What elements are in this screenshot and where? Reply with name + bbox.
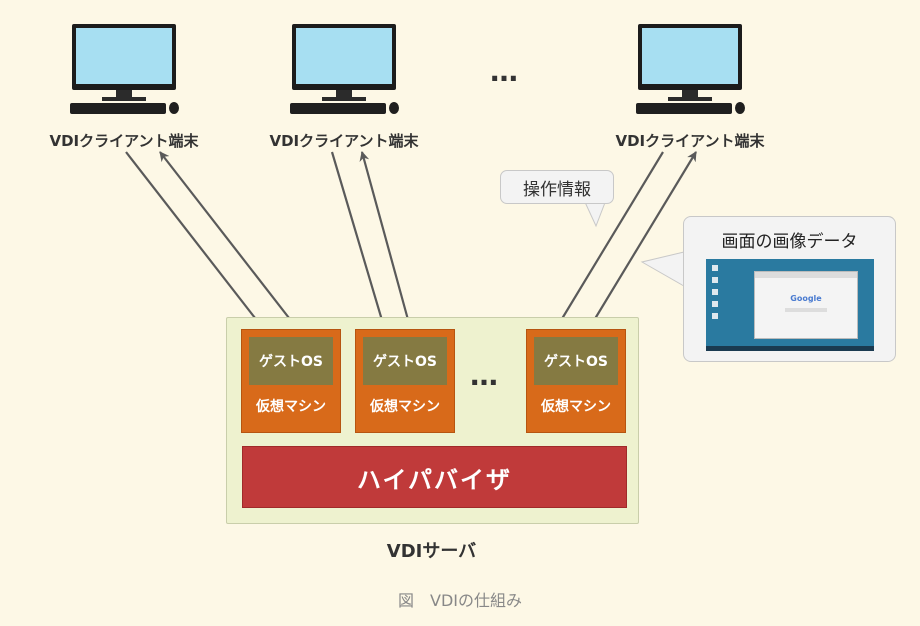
vm-label: 仮想マシン [256,399,326,415]
taskbar [706,346,874,351]
guest-os: ゲストOS [534,337,618,385]
desktop-icon [712,313,718,319]
client-computer-1 [66,22,182,122]
client-computer-3 [632,22,748,122]
arrow-client1-down [125,151,263,328]
client-computer-2 [286,22,402,122]
operation-info-callout: 操作情報 [500,170,614,204]
browser-titlebar [755,272,857,278]
google-logo: Google [790,294,822,303]
computer-icon [290,24,399,114]
desktop-icon [712,289,718,295]
computer-icon [70,24,179,114]
callout-tail-screen [640,251,686,287]
arrow-client2-down [330,151,387,328]
search-box [785,308,827,312]
figure-caption: 図 VDIの仕組み [398,591,522,610]
desktop-screenshot: Google [706,259,874,351]
guest-os: ゲストOS [249,337,333,385]
vdi-server-label: VDIサーバ [386,541,477,562]
arrow-client2-up [359,151,412,328]
client-label-2: VDIクライアント端末 [269,132,419,150]
client-label-1: VDIクライアント端末 [49,132,199,150]
desktop-icon [712,301,718,307]
vm-label: 仮想マシン [370,399,440,415]
clients-ellipsis: … [490,55,521,88]
screen-image-callout: 画面の画像データ Google [683,216,896,362]
virtual-machine-3: ゲストOS 仮想マシン [526,329,626,433]
computer-icon [636,24,745,114]
arrow-client1-up [159,151,297,328]
screen-image-label: 画面の画像データ [721,232,858,252]
virtual-machine-1: ゲストOS 仮想マシン [241,329,341,433]
hypervisor-label: ハイパバイザ [356,465,513,494]
operation-info-label: 操作情報 [523,179,591,200]
hypervisor: ハイパバイザ [242,446,627,508]
vm-label: 仮想マシン [541,399,611,415]
desktop-icon [712,265,718,271]
vm-ellipsis: … [470,359,501,392]
virtual-machine-2: ゲストOS 仮想マシン [355,329,455,433]
browser-window: Google [754,271,858,339]
client-label-3: VDIクライアント端末 [615,132,765,150]
guest-os: ゲストOS [363,337,447,385]
desktop-icon [712,277,718,283]
